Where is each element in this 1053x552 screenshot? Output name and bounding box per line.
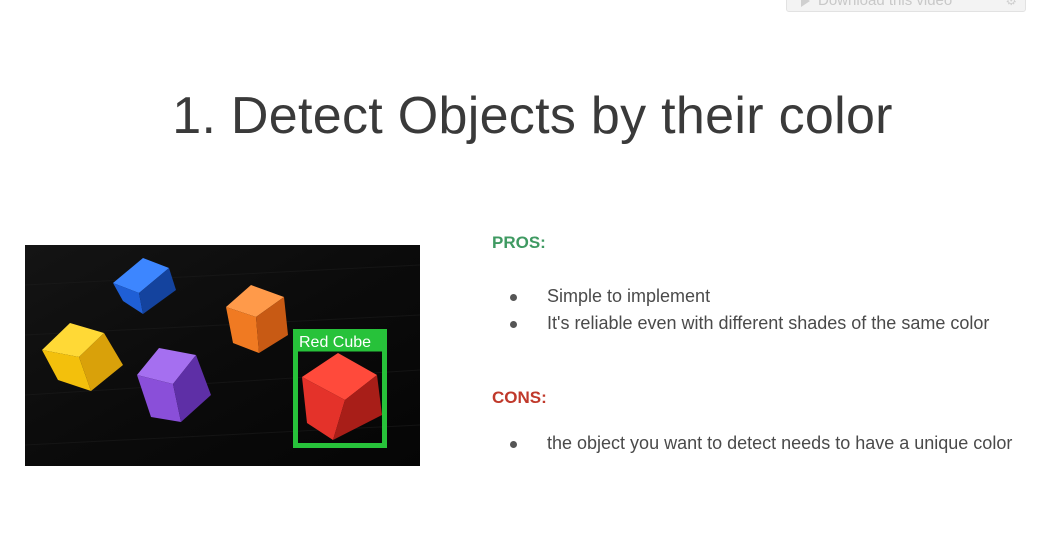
bullet-icon [510,441,517,448]
bullet-icon [510,294,517,301]
cubes-photo: Red Cube [25,245,420,466]
detection-label: Red Cube [299,334,371,351]
settings-icon[interactable]: ⚙ [1005,0,1017,11]
cons-list: the object you want to detect needs to h… [492,430,1032,457]
list-item: It's reliable even with different shades… [492,310,1032,337]
list-item-text: Simple to implement [547,286,711,306]
cons-heading: CONS: [492,388,547,407]
pros-heading: PROS: [492,233,546,252]
slide-title: 1. Detect Objects by their color [172,87,893,145]
play-icon [801,0,810,8]
bullet-icon [510,321,517,328]
pros-list: Simple to implement It's reliable even w… [492,283,1032,337]
list-item-text: It's reliable even with different shades… [547,313,990,333]
download-video-label: Download this video [818,0,953,9]
download-video-button[interactable]: Download this video ⚙ [786,0,1026,12]
list-item: Simple to implement [492,283,1032,310]
list-item: the object you want to detect needs to h… [492,430,1032,457]
list-item-text: the object you want to detect needs to h… [547,433,1013,453]
